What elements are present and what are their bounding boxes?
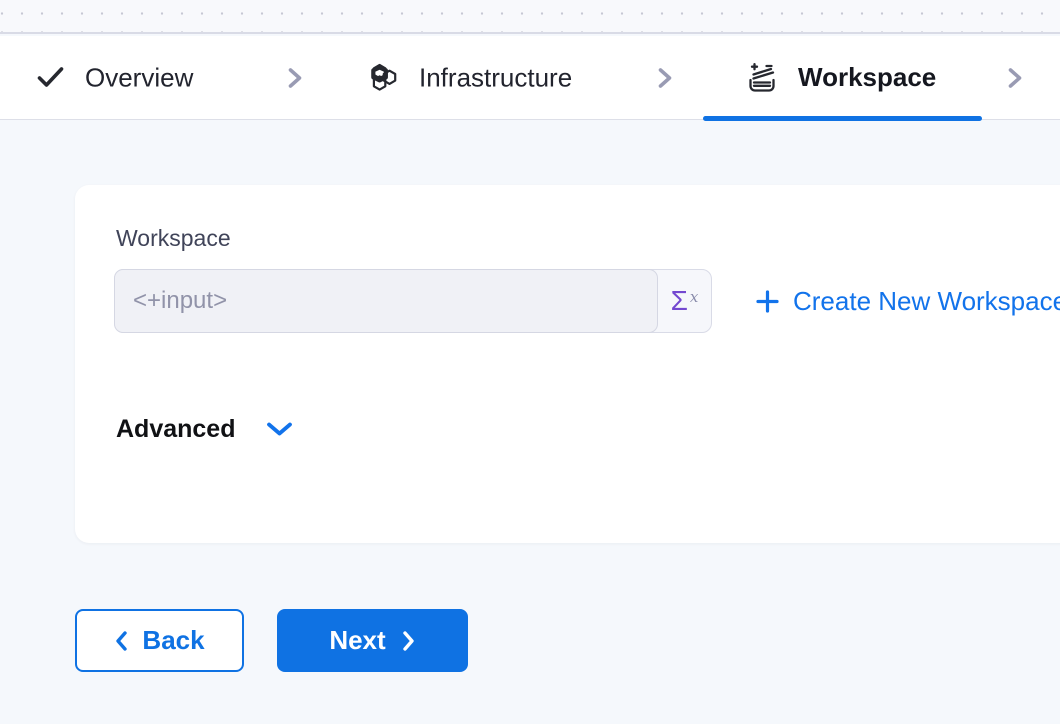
chevron-down-icon [266,421,293,439]
step-label-overview: Overview [85,62,193,93]
back-button-label: Back [142,625,204,656]
chevron-right-icon [402,630,416,652]
step-label-infrastructure: Infrastructure [419,62,572,93]
step-label-workspace: Workspace [798,62,936,93]
dotted-header-strip [0,0,1060,34]
wizard-stepper-bar: Overview Infrastructure [0,36,1060,120]
hexagons-icon [368,63,400,93]
chevron-right-icon [285,62,305,94]
formula-sigma-button[interactable]: Σx [658,270,711,332]
workspace-form-card: Workspace Σx Create New Workspace Advanc… [75,185,1060,543]
chevron-right-icon [655,62,675,94]
advanced-label: Advanced [116,415,235,444]
step-workspace[interactable]: Workspace [745,62,936,94]
workspace-field-label: Workspace [116,225,231,252]
chevron-left-icon [114,630,128,652]
wizard-action-bar: Back Next [75,609,468,672]
create-new-workspace-link[interactable]: Create New Workspace [755,269,1060,333]
workspace-input[interactable] [114,269,658,333]
workspace-input-group: Σx [114,269,712,333]
next-button-label: Next [329,625,385,656]
advanced-toggle[interactable]: Advanced [116,415,293,444]
chevron-right-icon [1005,62,1025,94]
next-button[interactable]: Next [277,609,468,672]
step-overview[interactable]: Overview [35,62,193,93]
plus-icon [755,289,780,314]
workspace-stack-icon [745,62,779,94]
step-infrastructure[interactable]: Infrastructure [368,62,572,93]
sigma-icon: Σ [671,285,688,317]
create-link-label: Create New Workspace [793,286,1060,317]
check-icon [35,64,66,92]
back-button[interactable]: Back [75,609,244,672]
active-tab-underline [703,116,982,121]
